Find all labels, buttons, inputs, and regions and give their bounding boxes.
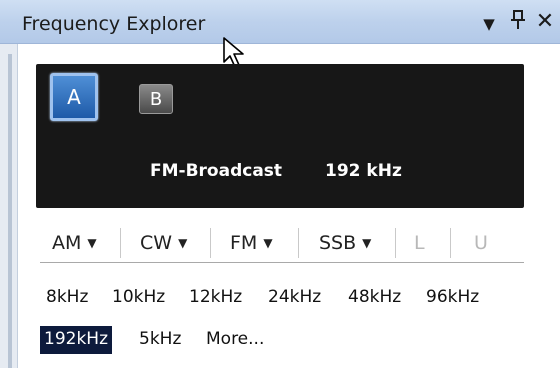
current-mode-label: FM-Broadcast [150,161,283,181]
frequency-display [36,64,524,208]
bandwidth-more-link[interactable]: More... [206,326,264,354]
pin-icon[interactable] [506,8,530,36]
current-bandwidth-label: 192 kHz [325,161,402,181]
window-title: Frequency Explorer [22,13,206,35]
separator [450,228,451,258]
bandwidth-10khz[interactable]: 10kHz [112,284,165,312]
mode-fm-dropdown[interactable]: FM ▼ [230,230,273,256]
mode-label: AM [52,232,82,254]
mode-label: SSB [319,232,357,254]
bandwidth-5khz[interactable]: 5kHz [139,326,181,354]
chevron-down-icon: ▼ [87,236,97,250]
close-button[interactable]: ✕ [532,8,558,36]
separator [210,228,211,258]
mode-usb-button[interactable]: U [474,230,488,256]
mode-cw-dropdown[interactable]: CW ▼ [140,230,187,256]
window-menu-button[interactable]: ▼ [478,10,500,38]
bandwidth-96khz[interactable]: 96kHz [426,284,479,312]
chevron-down-icon: ▼ [362,236,372,250]
separator [120,228,121,258]
separator [298,228,299,258]
bandwidth-192khz[interactable]: 192kHz [40,326,112,354]
mode-label: CW [140,232,173,254]
mode-am-dropdown[interactable]: AM ▼ [52,230,97,256]
receiver-a-button[interactable]: A [50,73,98,121]
panel-left-border [0,44,18,368]
mode-lsb-button[interactable]: L [414,230,425,256]
mode-selector: AM ▼ CW ▼ FM ▼ SSB ▼ L U [40,222,524,263]
bandwidth-48khz[interactable]: 48kHz [348,284,401,312]
mode-ssb-dropdown[interactable]: SSB ▼ [319,230,371,256]
bandwidth-24khz[interactable]: 24kHz [268,284,321,312]
receiver-b-button[interactable]: B [139,84,173,114]
bandwidth-8khz[interactable]: 8kHz [46,284,88,312]
chevron-down-icon: ▼ [178,236,188,250]
mode-label: FM [230,232,258,254]
separator [395,228,396,258]
title-bar: Frequency Explorer ▼ ✕ [0,0,560,44]
bandwidth-12khz[interactable]: 12kHz [189,284,242,312]
chevron-down-icon: ▼ [263,236,273,250]
